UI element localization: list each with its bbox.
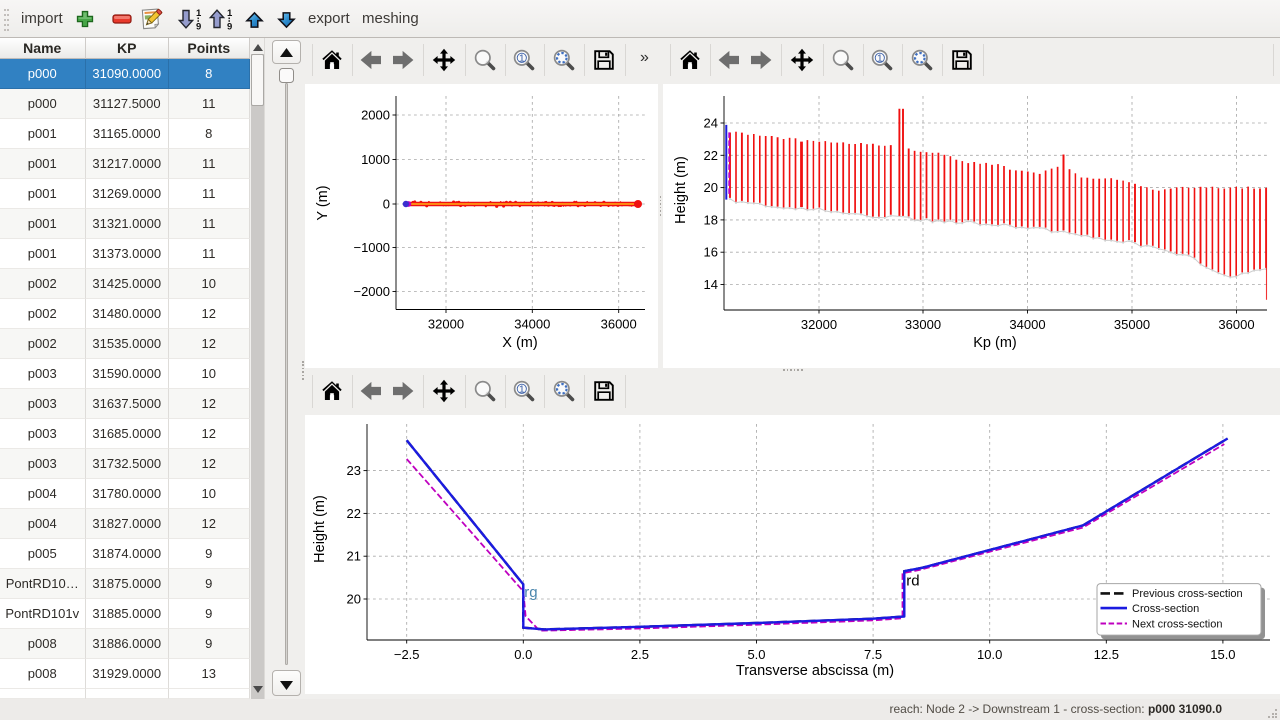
svg-text:24: 24 [704, 116, 718, 131]
svg-text:36000: 36000 [1218, 317, 1254, 332]
svg-text:5.0: 5.0 [747, 647, 765, 662]
svg-text:20: 20 [704, 180, 718, 195]
svg-text:34000: 34000 [1009, 317, 1045, 332]
svg-text:12.5: 12.5 [1094, 647, 1119, 662]
svg-text:Y (m): Y (m) [315, 185, 331, 220]
svg-text:2.5: 2.5 [631, 647, 649, 662]
svg-text:Kp (m): Kp (m) [973, 335, 1017, 351]
svg-text:rd: rd [906, 572, 919, 589]
svg-text:−1000: −1000 [353, 240, 390, 255]
svg-text:15.0: 15.0 [1210, 647, 1235, 662]
svg-text:16: 16 [704, 245, 718, 260]
svg-text:1: 1 [227, 8, 233, 19]
svg-text:−2000: −2000 [353, 284, 390, 299]
svg-text:32000: 32000 [428, 317, 464, 332]
svg-text:36000: 36000 [601, 317, 637, 332]
svg-text:10.0: 10.0 [977, 647, 1002, 662]
svg-text:20: 20 [347, 592, 361, 607]
svg-text:Next cross-section: Next cross-section [1132, 618, 1222, 630]
svg-text:rg: rg [524, 584, 537, 601]
svg-text:34000: 34000 [514, 317, 550, 332]
svg-text:14: 14 [704, 277, 718, 292]
svg-text:1000: 1000 [361, 152, 390, 167]
svg-text:0: 0 [383, 197, 390, 212]
svg-text:1: 1 [196, 8, 202, 19]
svg-text:35000: 35000 [1114, 317, 1150, 332]
svg-text:18: 18 [704, 212, 718, 227]
svg-text:23: 23 [347, 463, 361, 478]
svg-text:Cross-section: Cross-section [1132, 603, 1199, 615]
svg-text:22: 22 [347, 506, 361, 521]
svg-text:Transverse abscissa (m): Transverse abscissa (m) [736, 663, 894, 679]
svg-text:22: 22 [704, 148, 718, 163]
svg-text:9: 9 [227, 22, 232, 31]
svg-text:9: 9 [196, 22, 201, 31]
svg-text:21: 21 [347, 549, 361, 564]
svg-text:2000: 2000 [361, 108, 390, 123]
svg-text:X (m): X (m) [502, 335, 537, 351]
svg-text:32000: 32000 [801, 317, 837, 332]
svg-text:0.0: 0.0 [514, 647, 532, 662]
svg-text:33000: 33000 [905, 317, 941, 332]
svg-text:−2.5: −2.5 [394, 647, 420, 662]
svg-text:Height (m): Height (m) [673, 156, 689, 224]
svg-text:Previous cross-section: Previous cross-section [1132, 588, 1243, 600]
svg-text:Height (m): Height (m) [312, 495, 328, 563]
svg-text:7.5: 7.5 [864, 647, 882, 662]
